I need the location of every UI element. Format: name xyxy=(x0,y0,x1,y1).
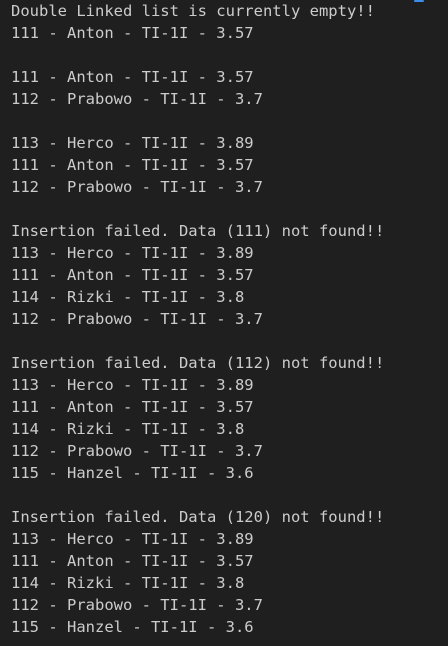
terminal-line: Double Linked list is currently empty!! xyxy=(11,2,375,20)
terminal-line: 112 - Prabowo - TI-1I - 3.7 xyxy=(11,310,263,328)
terminal-line: 112 - Prabowo - TI-1I - 3.7 xyxy=(11,178,263,196)
terminal-line: 113 - Herco - TI-1I - 3.89 xyxy=(11,376,254,394)
terminal-line: 111 - Anton - TI-1I - 3.57 xyxy=(11,398,254,416)
terminal-line: 114 - Rizki - TI-1I - 3.8 xyxy=(11,574,245,592)
terminal-line: 113 - Herco - TI-1I - 3.89 xyxy=(11,134,254,152)
terminal-line: 115 - Hanzel - TI-1I - 3.6 xyxy=(11,464,254,482)
terminal-output[interactable]: Double Linked list is currently empty!! … xyxy=(0,0,448,646)
terminal-line: 111 - Anton - TI-1I - 3.57 xyxy=(11,552,254,570)
terminal-line: 115 - Hanzel - TI-1I - 3.6 xyxy=(11,618,254,636)
terminal-line: 113 - Herco - TI-1I - 3.89 xyxy=(11,530,254,548)
terminal-line: Insertion failed. Data (120) not found!! xyxy=(11,508,385,526)
terminal-line: Insertion failed. Data (112) not found!! xyxy=(11,354,385,372)
terminal-line: 113 - Herco - TI-1I - 3.89 xyxy=(11,244,254,262)
terminal-line: Insertion failed. Data (111) not found!! xyxy=(11,222,385,240)
terminal-line: 111 - Anton - TI-1I - 3.57 xyxy=(11,266,254,284)
terminal-line: 111 - Anton - TI-1I - 3.57 xyxy=(11,24,254,42)
terminal-line: 111 - Anton - TI-1I - 3.57 xyxy=(11,68,254,86)
terminal-line: 111 - Anton - TI-1I - 3.57 xyxy=(11,156,254,174)
terminal-line: 112 - Prabowo - TI-1I - 3.7 xyxy=(11,596,263,614)
terminal-line: 112 - Prabowo - TI-1I - 3.7 xyxy=(11,442,263,460)
terminal-line: 114 - Rizki - TI-1I - 3.8 xyxy=(11,288,245,306)
scroll-indicator xyxy=(408,0,448,2)
terminal-line: 112 - Prabowo - TI-1I - 3.7 xyxy=(11,90,263,108)
terminal-line: 114 - Rizki - TI-1I - 3.8 xyxy=(11,420,245,438)
